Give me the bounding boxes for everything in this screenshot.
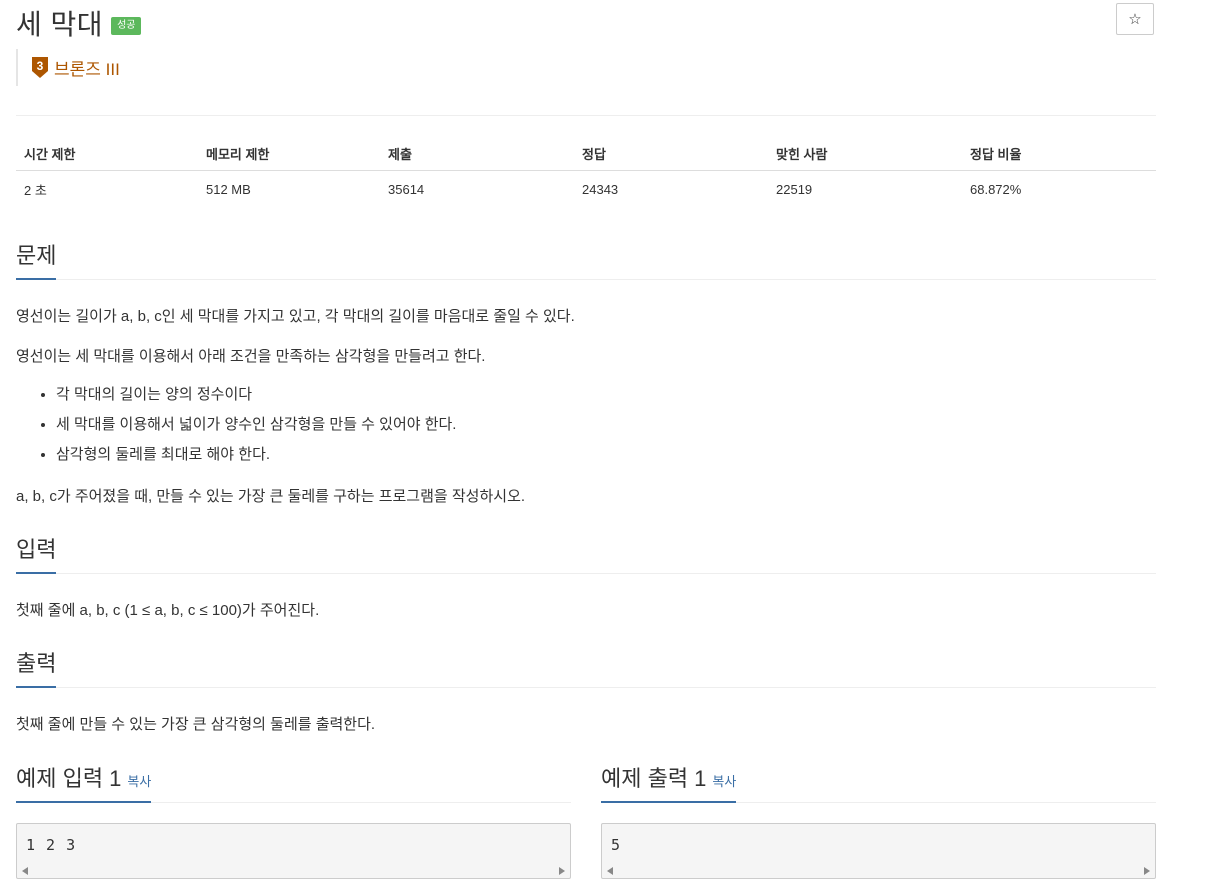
scroll-left-icon[interactable] xyxy=(607,867,613,875)
copy-sample-output-button[interactable]: 복사 xyxy=(712,774,736,789)
scroll-right-icon[interactable] xyxy=(1144,867,1150,875)
input-title: 입력 xyxy=(16,532,57,574)
header-time-limit: 시간 제한 xyxy=(24,147,76,162)
status-badge: 성공 xyxy=(111,17,142,35)
description-paragraph-3: a, b, c가 주어졌을 때, 만들 수 있는 가장 큰 둘레를 구하는 프로… xyxy=(16,488,526,505)
input-section-header: 입력 xyxy=(16,532,1156,574)
sample-output-content: 5 xyxy=(611,836,621,854)
output-section-header: 출력 xyxy=(16,646,1156,688)
title-row: 세 막대 성공 xyxy=(16,3,142,43)
value-solvers: 22519 xyxy=(776,181,813,197)
stats-header-row: 시간 제한 메모리 제한 제출 정답 맞힌 사람 정답 비율 xyxy=(16,137,1156,171)
svg-text:3: 3 xyxy=(37,59,44,73)
description-title: 문제 xyxy=(16,238,57,280)
sample-output-box[interactable]: 5 xyxy=(601,823,1156,879)
sample-input-content: 1 2 3 xyxy=(26,836,76,854)
value-accept-ratio: 68.872% xyxy=(970,181,1022,197)
output-title: 출력 xyxy=(16,646,57,688)
stats-table: 시간 제한 메모리 제한 제출 정답 맞힌 사람 정답 비율 2 초 512 M… xyxy=(16,137,1156,207)
copy-sample-input-button[interactable]: 복사 xyxy=(127,774,151,789)
list-item: 삼각형의 둘레를 최대로 해야 한다. xyxy=(56,445,456,475)
header-accept-ratio: 정답 비율 xyxy=(970,147,1022,162)
list-item: 각 막대의 길이는 양의 정수이다 xyxy=(56,385,456,415)
favorite-star-button[interactable]: ☆ xyxy=(1116,3,1154,35)
value-submissions: 35614 xyxy=(388,181,425,197)
output-description: 첫째 줄에 만들 수 있는 가장 큰 삼각형의 둘레를 출력한다. xyxy=(16,716,376,733)
bronze-tier-icon: 3 xyxy=(32,57,48,78)
header-memory-limit: 메모리 제한 xyxy=(206,147,270,162)
sample-input-box[interactable]: 1 2 3 xyxy=(16,823,571,879)
tier-label[interactable]: 브론즈 III xyxy=(54,55,120,80)
input-description: 첫째 줄에 a, b, c (1 ≤ a, b, c ≤ 100)가 주어진다. xyxy=(16,602,320,619)
header-solvers: 맞힌 사람 xyxy=(776,147,828,162)
tier-box: 3 브론즈 III xyxy=(16,49,120,86)
list-item: 세 막대를 이용해서 넓이가 양수인 삼각형을 만들 수 있어야 한다. xyxy=(56,415,456,445)
description-paragraph-2: 영선이는 세 막대를 이용해서 아래 조건을 만족하는 삼각형을 만들려고 한다… xyxy=(16,348,486,365)
divider xyxy=(16,115,1156,116)
header-accepted: 정답 xyxy=(582,147,606,162)
scroll-right-icon[interactable] xyxy=(559,867,565,875)
problem-title: 세 막대 xyxy=(16,9,104,40)
condition-list: 각 막대의 길이는 양의 정수이다 세 막대를 이용해서 넓이가 양수인 삼각형… xyxy=(16,385,456,475)
horizontal-scrollbar[interactable] xyxy=(602,864,1155,878)
sample-output-header: 예제 출력 1 복사 xyxy=(601,761,1156,803)
stats-value-row: 2 초 512 MB 35614 24343 22519 68.872% xyxy=(16,171,1156,207)
value-time-limit: 2 초 xyxy=(24,182,47,198)
sample-input-header: 예제 입력 1 복사 xyxy=(16,761,571,803)
scroll-left-icon[interactable] xyxy=(22,867,28,875)
description-paragraph-1: 영선이는 길이가 a, b, c인 세 막대를 가지고 있고, 각 막대의 길이… xyxy=(16,308,575,325)
description-section-header: 문제 xyxy=(16,238,1156,280)
star-icon: ☆ xyxy=(1128,11,1142,28)
sample-input-title: 예제 입력 1 xyxy=(16,766,122,791)
horizontal-scrollbar[interactable] xyxy=(17,864,570,878)
sample-output-title: 예제 출력 1 xyxy=(601,766,707,791)
value-memory-limit: 512 MB xyxy=(206,181,251,197)
header-submissions: 제출 xyxy=(388,147,412,162)
value-accepted: 24343 xyxy=(582,181,619,197)
